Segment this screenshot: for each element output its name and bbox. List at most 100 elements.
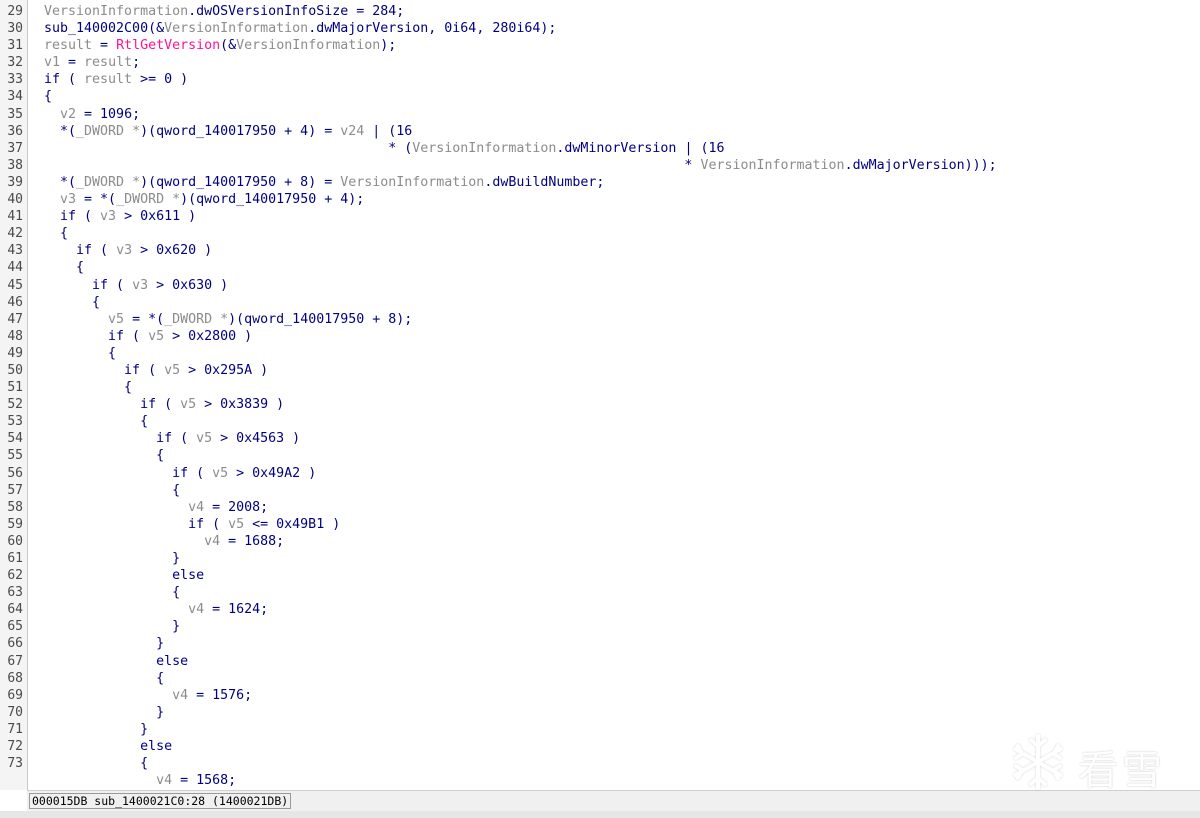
code-text[interactable]: {	[44, 259, 84, 276]
code-text[interactable]: if ( result >= 0 )	[44, 71, 188, 88]
variable-token[interactable]: v2	[60, 107, 76, 122]
code-token[interactable]: );	[380, 38, 396, 53]
code-text[interactable]: else	[44, 738, 172, 755]
variable-token[interactable]: v4	[172, 688, 188, 703]
code-text[interactable]: {	[44, 225, 68, 242]
code-text[interactable]: v3 = *(_DWORD *)(qword_140017950 + 4);	[44, 191, 364, 208]
variable-token[interactable]: v4	[188, 602, 204, 617]
code-token[interactable]: if (	[44, 243, 116, 258]
code-line[interactable]: 57 {	[0, 482, 1200, 499]
variable-token[interactable]: result	[44, 38, 92, 53]
code-token[interactable]: =	[92, 38, 116, 53]
code-text[interactable]: v4 = 1576;	[44, 687, 252, 704]
code-text[interactable]: else	[44, 653, 188, 670]
code-text[interactable]: if ( v3 > 0x611 )	[44, 208, 196, 225]
code-text[interactable]: }	[44, 550, 180, 567]
code-token[interactable]: {	[44, 756, 148, 771]
code-token[interactable]: > 0x630 )	[148, 278, 228, 293]
code-text[interactable]: }	[44, 721, 148, 738]
variable-token[interactable]: result	[84, 55, 132, 70]
code-text[interactable]: {	[44, 294, 100, 311]
code-token[interactable]: if (	[44, 397, 180, 412]
variable-token[interactable]: v5	[148, 329, 164, 344]
variable-token[interactable]: VersionInformation	[340, 175, 484, 190]
code-text[interactable]: if ( v5 > 0x4563 )	[44, 430, 300, 447]
code-text[interactable]: {	[44, 670, 164, 687]
code-line[interactable]: 66 }	[0, 635, 1200, 652]
variable-token[interactable]: _DWORD *	[116, 192, 180, 207]
code-text[interactable]: {	[44, 755, 148, 772]
code-line[interactable]: 36 *(_DWORD *)(qword_140017950 + 4) = v2…	[0, 123, 1200, 140]
code-token[interactable]: > 0x2800 )	[164, 329, 252, 344]
code-text[interactable]: v4 = 1568;	[44, 772, 236, 789]
code-token[interactable]: *(	[44, 124, 76, 139]
code-line[interactable]: 34 {	[0, 88, 1200, 105]
code-text[interactable]: result = RtlGetVersion(&VersionInformati…	[44, 37, 396, 54]
variable-token[interactable]: v1	[44, 55, 60, 70]
code-token[interactable]: *(	[44, 175, 76, 190]
code-token[interactable]: {	[44, 89, 52, 104]
code-token[interactable]: > 0x4563 )	[212, 431, 300, 446]
variable-token[interactable]: v5	[212, 466, 228, 481]
code-line[interactable]: 41 if ( v3 > 0x611 )	[0, 208, 1200, 225]
code-text[interactable]: {	[44, 379, 132, 396]
code-line[interactable]: 59 if ( v5 <= 0x49B1 )	[0, 516, 1200, 533]
bottom-scroll-strip[interactable]	[0, 811, 1200, 818]
code-token[interactable]: =	[60, 55, 84, 70]
code-line[interactable]: 48 if ( v5 > 0x2800 )	[0, 328, 1200, 345]
code-token[interactable]: = 1624;	[204, 602, 268, 617]
variable-token[interactable]: v5	[108, 312, 124, 327]
code-line[interactable]: 64 v4 = 1624;	[0, 601, 1200, 618]
code-text[interactable]: {	[44, 584, 180, 601]
code-token[interactable]: .dwMajorVersion)));	[845, 158, 997, 173]
code-text[interactable]: if ( v3 > 0x630 )	[44, 277, 228, 294]
code-token[interactable]: {	[44, 414, 148, 429]
code-text[interactable]: if ( v5 > 0x2800 )	[44, 328, 252, 345]
code-token[interactable]: if (	[44, 363, 164, 378]
code-line[interactable]: 31 result = RtlGetVersion(&VersionInforma…	[0, 37, 1200, 54]
code-token[interactable]: }	[44, 636, 164, 651]
variable-token[interactable]: v3	[60, 192, 76, 207]
code-token[interactable]	[44, 312, 108, 327]
code-token[interactable]: (&	[220, 38, 236, 53]
code-token[interactable]: if (	[44, 278, 132, 293]
code-text[interactable]: * VersionInformation.dwMajorVersion)));	[44, 157, 997, 174]
code-token[interactable]: = 1096;	[76, 107, 140, 122]
variable-token[interactable]: VersionInformation	[164, 21, 308, 36]
code-line[interactable]: 37 * (VersionInformation.dwMinorVersion …	[0, 140, 1200, 157]
variable-token[interactable]: result	[84, 72, 132, 87]
code-token[interactable]: = 2008;	[204, 500, 268, 515]
code-token[interactable]: > 0x3839 )	[196, 397, 284, 412]
code-text[interactable]: }	[44, 635, 164, 652]
code-line[interactable]: 44 {	[0, 259, 1200, 276]
code-token[interactable]: *	[44, 158, 700, 173]
code-token[interactable]: > 0x620 )	[132, 243, 212, 258]
code-token[interactable]: = *(	[76, 192, 116, 207]
variable-token[interactable]: _DWORD *	[164, 312, 228, 327]
code-token[interactable]: if (	[44, 431, 196, 446]
code-token[interactable]	[44, 192, 60, 207]
code-token[interactable]: else	[44, 739, 172, 754]
function-token[interactable]: RtlGetVersion	[116, 38, 220, 53]
code-text[interactable]: *(_DWORD *)(qword_140017950 + 4) = v24 |…	[44, 123, 412, 140]
code-token[interactable]: {	[44, 448, 164, 463]
code-token[interactable]	[44, 107, 60, 122]
code-token[interactable]: = 1576;	[188, 688, 252, 703]
code-token[interactable]: * (	[44, 141, 412, 156]
code-line[interactable]: 33 if ( result >= 0 )	[0, 71, 1200, 88]
variable-token[interactable]: v4	[204, 534, 220, 549]
variable-token[interactable]: v5	[180, 397, 196, 412]
code-token[interactable]: > 0x295A )	[180, 363, 268, 378]
code-token[interactable]: if (	[44, 72, 84, 87]
code-text[interactable]: v1 = result;	[44, 54, 140, 71]
code-text[interactable]: {	[44, 345, 116, 362]
variable-token[interactable]: v3	[116, 243, 132, 258]
variable-token[interactable]: v5	[196, 431, 212, 446]
code-token[interactable]: if (	[44, 466, 212, 481]
code-line[interactable]: 39 *(_DWORD *)(qword_140017950 + 8) = Ve…	[0, 174, 1200, 191]
code-token[interactable]: }	[44, 722, 148, 737]
code-text[interactable]: else	[44, 567, 204, 584]
code-token[interactable]: if (	[44, 329, 148, 344]
code-line[interactable]: 35 v2 = 1096;	[0, 106, 1200, 123]
code-token[interactable]: .dwMinorVersion | (16	[556, 141, 724, 156]
